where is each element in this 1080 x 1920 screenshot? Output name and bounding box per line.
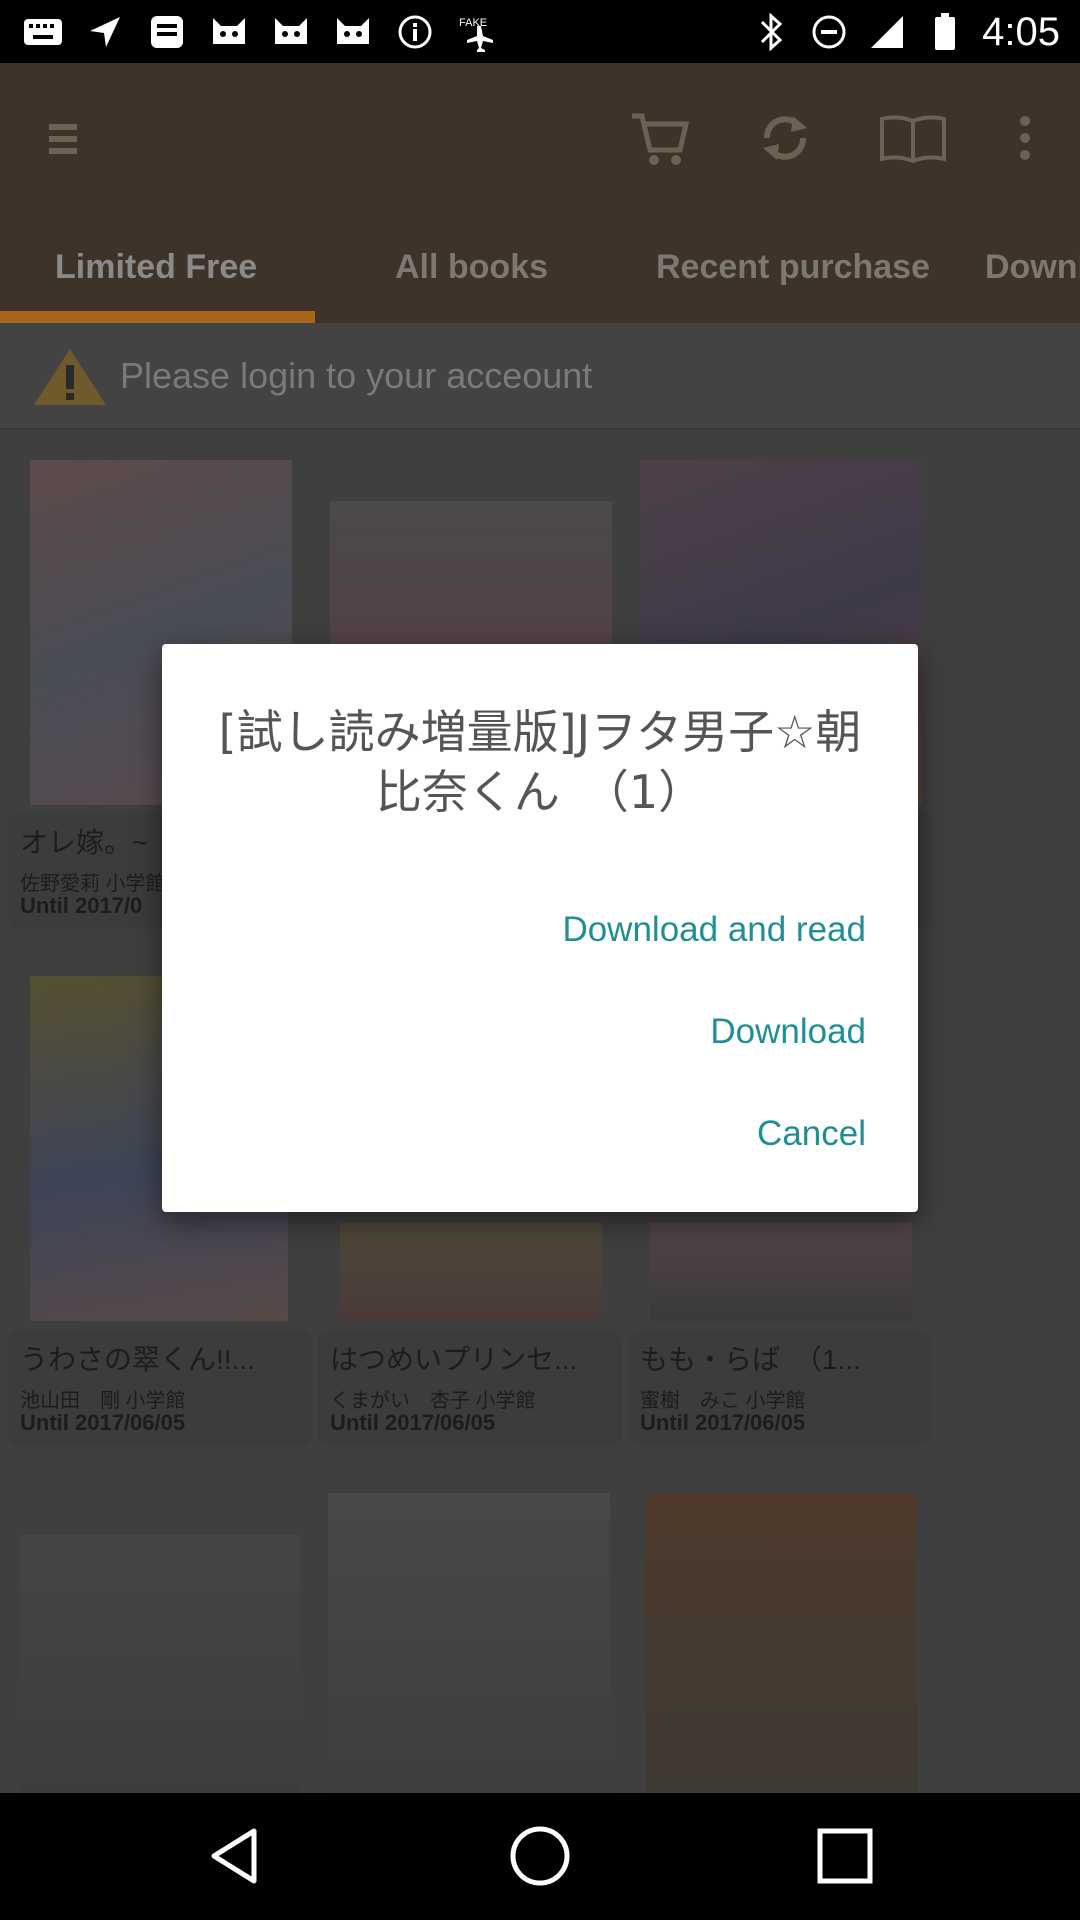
- book-caption[interactable]: もも・らば （1... 蜜樹 みこ 小学館 Until 2017/06/05: [628, 1330, 932, 1446]
- app-icon: [146, 11, 188, 53]
- bluetooth-icon: [750, 11, 792, 53]
- book-cover[interactable]: [650, 1223, 912, 1321]
- tab-indicator: [0, 311, 315, 323]
- airplane-mode-icon: FAKE: [456, 11, 498, 53]
- book-cover[interactable]: [328, 1493, 610, 1793]
- home-icon[interactable]: [505, 1821, 575, 1891]
- keyboard-icon: [22, 11, 64, 53]
- download-dialog: [試し読み増量版]Jヲタ男子☆朝比奈くん （1） Download and re…: [162, 644, 918, 1212]
- clock: 4:05: [982, 9, 1060, 54]
- login-banner[interactable]: Please login to your acceount: [0, 323, 1080, 430]
- menu-icon[interactable]: [30, 103, 100, 173]
- refresh-icon[interactable]: [750, 103, 820, 173]
- more-icon[interactable]: [990, 103, 1060, 173]
- book-until: Until 2017/0: [20, 893, 143, 918]
- book-author: 佐野愛莉 小学館: [20, 873, 166, 895]
- tab-recent-purchase[interactable]: Recent purchase: [656, 213, 930, 323]
- silent-icon: [808, 11, 850, 53]
- download-and-read-button[interactable]: Download and read: [562, 910, 866, 950]
- book-caption[interactable]: うわさの翠くん!!... 池山田 剛 小学館 Until 2017/06/05: [8, 1330, 312, 1446]
- book-author: 蜜樹 みこ 小学館: [640, 1390, 806, 1412]
- status-left-icons: FAKE: [22, 10, 498, 54]
- navigation-bar: [0, 1793, 1080, 1920]
- dialog-title: [試し読み増量版]Jヲタ男子☆朝比奈くん （1）: [218, 705, 862, 819]
- back-icon[interactable]: [200, 1821, 270, 1891]
- tab-downloads[interactable]: Downl: [985, 213, 1080, 323]
- svg-text:FAKE: FAKE: [459, 17, 487, 29]
- book-caption[interactable]: はつめいプリンセ... くまがい 杏子 小学館 Until 2017/06/05: [318, 1330, 622, 1446]
- tab-limited-free[interactable]: Limited Free: [55, 213, 257, 323]
- book-cover[interactable]: [645, 1493, 917, 1793]
- signal-icon: [866, 11, 908, 53]
- warning-icon: [34, 349, 106, 405]
- book-until: Until 2017/06/05: [330, 1410, 496, 1435]
- book-title: もも・らば （1...: [640, 1344, 861, 1375]
- info-icon: [394, 11, 436, 53]
- status-bar: FAKE 4:05: [0, 0, 1080, 63]
- book-until: Until 2017/06/05: [640, 1410, 806, 1435]
- cart-icon[interactable]: [625, 103, 695, 173]
- book-until: Until 2017/06/05: [20, 1410, 186, 1435]
- cancel-button[interactable]: Cancel: [757, 1114, 866, 1154]
- battery-icon: [924, 11, 966, 53]
- login-text: Please login to your acceount: [120, 355, 593, 396]
- tab-all-books[interactable]: All books: [395, 213, 548, 323]
- book-author: くまがい 杏子 小学館: [330, 1390, 536, 1412]
- book-icon[interactable]: [878, 103, 948, 173]
- cat-icon: [270, 11, 312, 53]
- book-title: うわさの翠くん!!...: [20, 1344, 255, 1375]
- cat-icon: [208, 11, 250, 53]
- status-right: 4:05: [750, 8, 1060, 56]
- book-author: 池山田 剛 小学館: [20, 1390, 186, 1412]
- book-cover[interactable]: [20, 1535, 300, 1793]
- download-button[interactable]: Download: [710, 1012, 866, 1052]
- navigation-icon: [84, 11, 126, 53]
- book-title: はつめいプリンセ...: [330, 1344, 578, 1375]
- book-cover[interactable]: [340, 1223, 602, 1321]
- app-bar: [0, 63, 1080, 213]
- tab-bar: Limited Free All books Recent purchase D…: [0, 213, 1080, 323]
- recents-icon[interactable]: [810, 1821, 880, 1891]
- cat-icon: [332, 11, 374, 53]
